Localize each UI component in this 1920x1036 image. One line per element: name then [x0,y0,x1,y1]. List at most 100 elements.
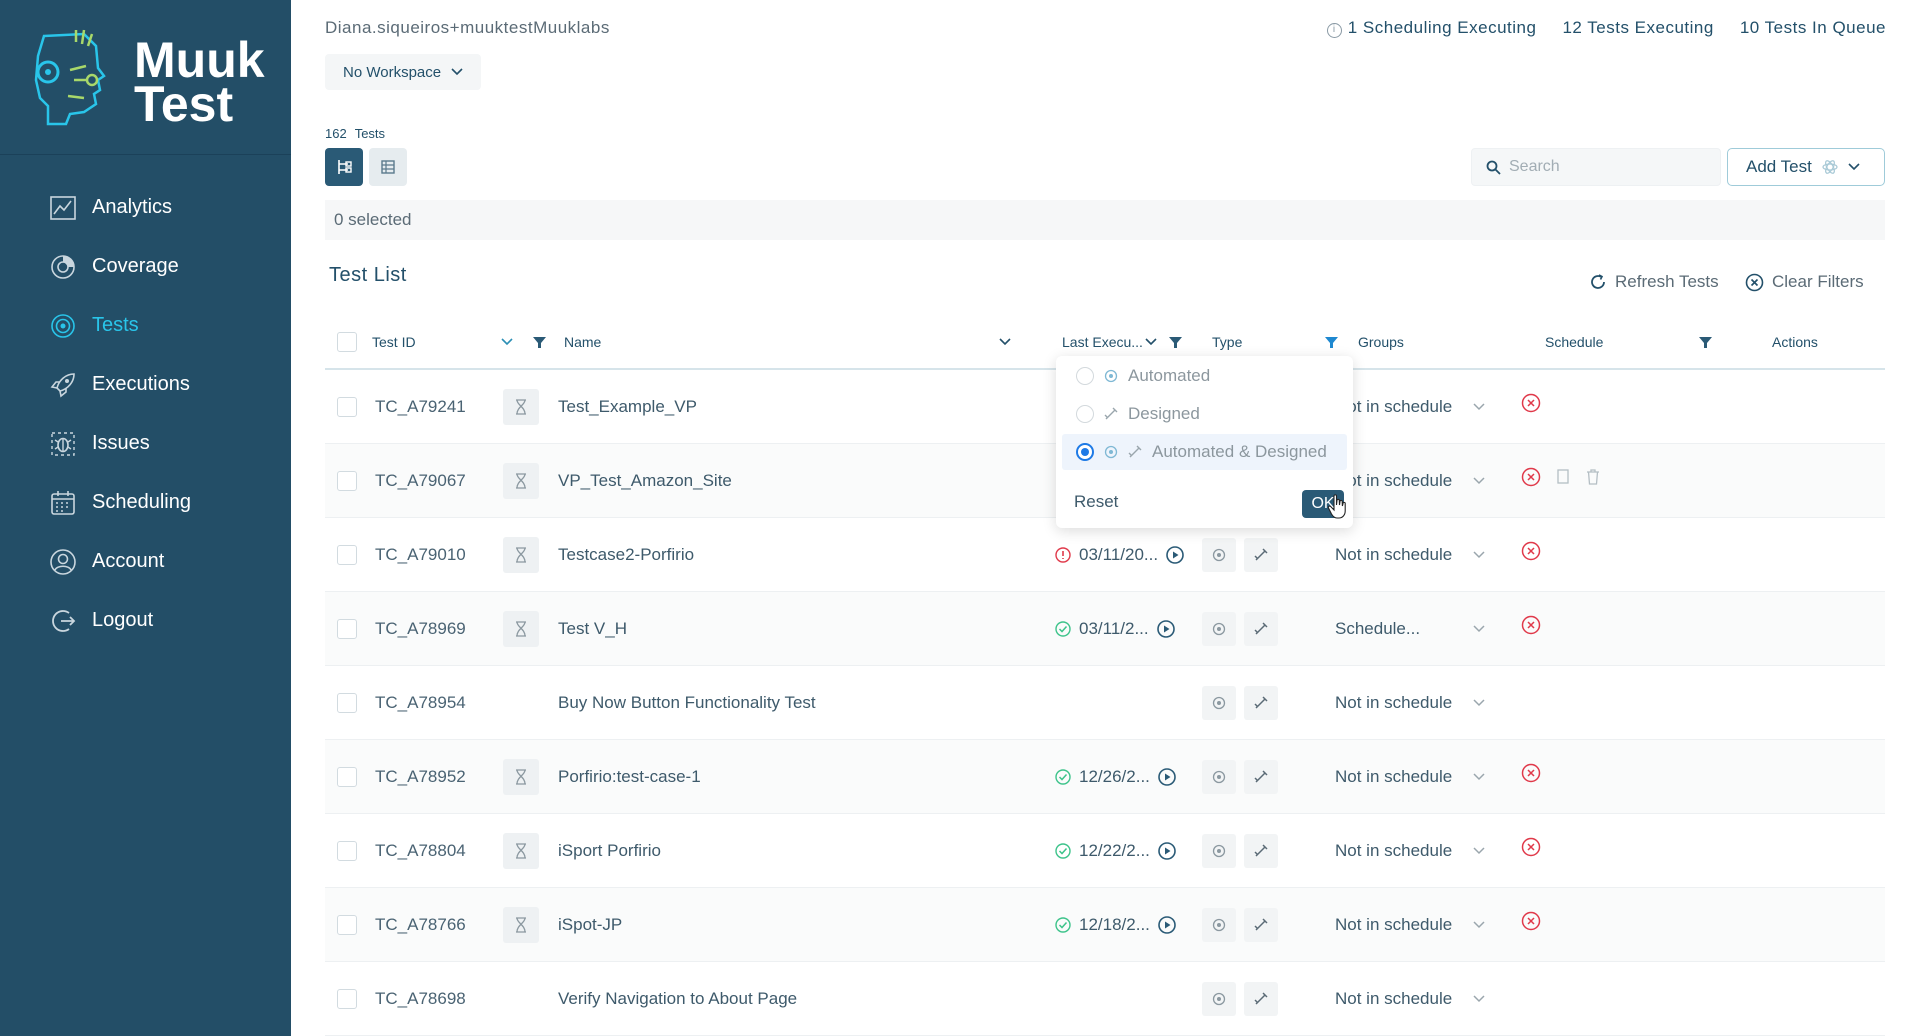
checkbox[interactable] [337,545,357,565]
test-id[interactable]: TC_A79010 [375,518,466,592]
chevron-down-icon[interactable] [501,314,513,370]
table-row[interactable]: TC_A78804 iSport Porfirio 12/22/2... Not in… [325,814,1885,888]
type-option-designed[interactable]: Designed [1062,396,1347,432]
checkbox[interactable] [337,471,357,491]
checkbox[interactable] [337,841,357,861]
table-row[interactable]: TC_A78969 Test V_H 03/11/2... Schedule... [325,592,1885,666]
column-name[interactable]: Name [564,314,601,370]
table-view-button[interactable] [369,148,407,186]
clear-filters-button[interactable]: Clear Filters [1745,272,1864,292]
checkbox[interactable] [337,693,357,713]
test-id[interactable]: TC_A79241 [375,370,466,444]
play-icon[interactable] [1158,768,1176,786]
delete-circle-icon[interactable] [1521,615,1541,635]
tree-view-button[interactable] [325,148,363,186]
refresh-tests-button[interactable]: Refresh Tests [1589,272,1719,292]
trash-icon[interactable] [1585,468,1601,486]
delete-circle-icon[interactable] [1521,763,1541,783]
sidebar-item-executions[interactable]: Executions [0,355,291,414]
workspace-selector[interactable]: No Workspace [325,54,482,90]
schedule-select[interactable]: Not in schedule [1335,666,1485,740]
test-id[interactable]: TC_A78969 [375,592,466,666]
radio-button[interactable] [1076,405,1094,423]
schedule-select[interactable]: Not in schedule [1335,740,1485,814]
hourglass-icon[interactable] [503,833,539,869]
logo[interactable]: Muuk Test [0,0,291,155]
play-icon[interactable] [1166,546,1184,564]
type-option-automated-designed[interactable]: Automated & Designed [1062,434,1347,470]
queue-status[interactable]: 10 Tests In Queue [1740,18,1886,38]
column-groups[interactable]: Groups [1358,314,1404,370]
hourglass-icon[interactable] [503,759,539,795]
table-row[interactable]: TC_A78952 Porfirio:test-case-1 12/26/2... N… [325,740,1885,814]
hourglass-icon[interactable] [503,463,539,499]
sidebar-item-analytics[interactable]: Analytics [0,178,291,237]
schedule-select[interactable]: Not in schedule [1335,888,1485,962]
test-name[interactable]: Porfirio:test-case-1 [558,740,701,814]
copy-icon[interactable] [1555,468,1571,486]
sidebar-item-coverage[interactable]: Coverage [0,237,291,296]
row-checkbox[interactable] [337,814,357,888]
table-row[interactable]: TC_A79010 Testcase2-Porfirio 03/11/20... No… [325,518,1885,592]
sidebar-item-logout[interactable]: Logout [0,591,291,650]
test-id[interactable]: TC_A78954 [375,666,466,740]
radio-button[interactable] [1076,367,1094,385]
delete-circle-icon[interactable] [1521,911,1541,931]
delete-circle-icon[interactable] [1521,393,1541,413]
sidebar-item-tests[interactable]: Tests [0,296,291,355]
row-checkbox[interactable] [337,740,357,814]
chevron-down-icon[interactable] [999,314,1011,370]
row-checkbox[interactable] [337,370,357,444]
table-row[interactable]: TC_A78766 iSpot-JP 12/18/2... Not in schedu… [325,888,1885,962]
sidebar-item-issues[interactable]: Issues [0,414,291,473]
schedule-select[interactable]: Schedule... [1335,592,1485,666]
test-name[interactable]: Verify Navigation to About Page [558,962,797,1036]
select-all-checkbox[interactable] [337,314,357,370]
row-checkbox[interactable] [337,592,357,666]
test-name[interactable]: Testcase2-Porfirio [558,518,694,592]
test-name[interactable]: Buy Now Button Functionality Test [558,666,816,740]
test-name[interactable]: VP_Test_Amazon_Site [558,444,732,518]
schedule-select[interactable]: Not in schedule [1335,814,1485,888]
search-input[interactable]: Search [1471,148,1721,186]
table-row[interactable]: TC_A78954 Buy Now Button Functionality Te… [325,666,1885,740]
row-checkbox[interactable] [337,518,357,592]
checkbox[interactable] [337,989,357,1009]
play-icon[interactable] [1158,842,1176,860]
test-id[interactable]: TC_A79067 [375,444,466,518]
type-option-automated[interactable]: Automated [1062,358,1347,394]
checkbox[interactable] [337,332,357,352]
test-id[interactable]: TC_A78804 [375,814,466,888]
hourglass-icon[interactable] [503,537,539,573]
schedule-select[interactable]: Not in schedule [1335,518,1485,592]
test-id[interactable]: TC_A78766 [375,888,466,962]
delete-circle-icon[interactable] [1521,837,1541,857]
column-schedule[interactable]: Schedule [1545,314,1603,370]
radio-button-selected[interactable] [1076,443,1094,461]
test-name[interactable]: iSpot-JP [558,888,622,962]
hourglass-icon[interactable] [503,907,539,943]
play-icon[interactable] [1158,916,1176,934]
checkbox[interactable] [337,619,357,639]
schedule-select[interactable]: Not in schedule [1335,962,1485,1036]
checkbox[interactable] [337,915,357,935]
add-test-button[interactable]: Add Test [1727,148,1885,186]
checkbox[interactable] [337,397,357,417]
row-checkbox[interactable] [337,962,357,1036]
column-test-id[interactable]: Test ID [372,314,416,370]
test-name[interactable]: iSport Porfirio [558,814,661,888]
table-row[interactable]: TC_A78698 Verify Navigation to About Page… [325,962,1885,1036]
filter-icon[interactable] [1699,314,1712,370]
play-icon[interactable] [1156,620,1175,638]
schedule-select[interactable]: Not in schedule [1335,370,1485,444]
tests-executing-status[interactable]: 12 Tests Executing [1562,18,1713,38]
checkbox[interactable] [337,767,357,787]
filter-icon[interactable] [533,314,546,370]
row-checkbox[interactable] [337,888,357,962]
sidebar-item-account[interactable]: Account [0,532,291,591]
delete-circle-icon[interactable] [1521,467,1541,487]
row-checkbox[interactable] [337,444,357,518]
test-name[interactable]: Test_Example_VP [558,370,697,444]
schedule-select[interactable]: Not in schedule [1335,444,1485,518]
test-id[interactable]: TC_A78952 [375,740,466,814]
